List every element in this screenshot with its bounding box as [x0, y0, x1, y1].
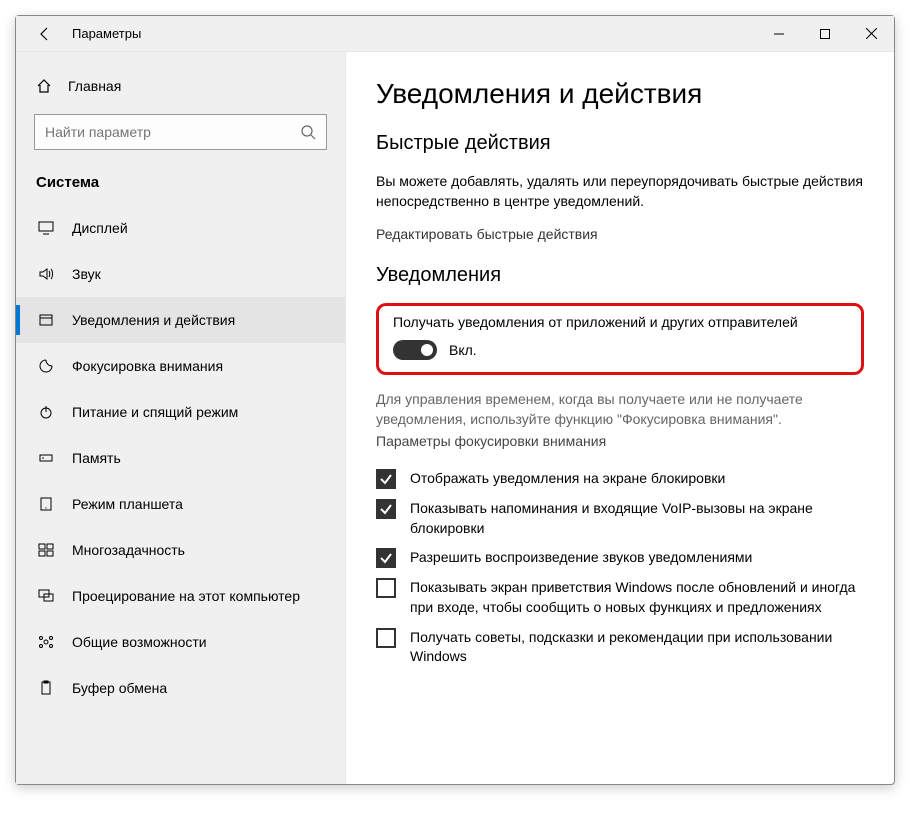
sidebar-item-label: Фокусировка внимания [72, 358, 223, 374]
sidebar-item-label: Общие возможности [72, 634, 207, 650]
checkbox[interactable] [376, 628, 396, 648]
checkbox-row: Разрешить воспроизведение звуков уведомл… [376, 548, 864, 568]
checkbox-label: Показывать напоминания и входящие VoIP-в… [410, 499, 864, 538]
sidebar-section: Система [16, 164, 345, 205]
quick-actions-heading: Быстрые действия [376, 132, 864, 155]
sidebar-item-label: Режим планшета [72, 496, 183, 512]
sidebar-item-display[interactable]: Дисплей [16, 205, 345, 251]
sound-icon [36, 266, 56, 282]
storage-icon [36, 450, 56, 466]
clip-icon [36, 680, 56, 696]
checkbox-row: Показывать экран приветствия Windows пос… [376, 578, 864, 617]
sidebar-item-label: Питание и спящий режим [72, 404, 238, 420]
checkbox[interactable] [376, 469, 396, 489]
sidebar-item-power[interactable]: Питание и спящий режим [16, 389, 345, 435]
settings-window: Параметры Главная Система Дисплей Звук Уве… [15, 15, 895, 785]
sidebar-item-label: Дисплей [72, 220, 128, 236]
power-icon [36, 404, 56, 420]
sidebar: Главная Система Дисплей Звук Уведомления и… [16, 52, 346, 784]
sidebar-item-multitask[interactable]: Многозадачность [16, 527, 345, 573]
notify-icon [36, 312, 56, 328]
nav-list: Дисплей Звук Уведомления и действия Фокусир… [16, 205, 345, 711]
notifications-toggle-label: Получать уведомления от приложений и дру… [393, 314, 847, 330]
home-button[interactable]: Главная [16, 66, 345, 106]
toggle-row: Вкл. [393, 340, 847, 360]
sidebar-item-tablet[interactable]: Режим планшета [16, 481, 345, 527]
shared-icon [36, 634, 56, 650]
back-button[interactable] [28, 26, 62, 42]
sidebar-item-label: Звук [72, 266, 101, 282]
sidebar-item-label: Память [72, 450, 121, 466]
search-icon [300, 124, 316, 140]
checkbox-label: Получать советы, подсказки и рекомендаци… [410, 628, 864, 667]
sidebar-item-label: Проецирование на этот компьютер [72, 588, 300, 604]
window-title: Параметры [72, 26, 141, 41]
tablet-icon [36, 496, 56, 512]
checkbox-row: Показывать напоминания и входящие VoIP-в… [376, 499, 864, 538]
page-title: Уведомления и действия [376, 78, 864, 110]
checkbox-label: Отображать уведомления на экране блокиро… [410, 469, 725, 489]
multitask-icon [36, 542, 56, 558]
checkbox[interactable] [376, 548, 396, 568]
focus-hint: Для управления временем, когда вы получа… [376, 389, 864, 430]
checkbox-row: Получать советы, подсказки и рекомендаци… [376, 628, 864, 667]
notifications-heading: Уведомления [376, 264, 864, 287]
window-controls [756, 16, 894, 52]
focus-assist-link[interactable]: Параметры фокусировки внимания [376, 433, 864, 449]
sidebar-item-label: Уведомления и действия [72, 312, 235, 328]
sidebar-item-shared[interactable]: Общие возможности [16, 619, 345, 665]
notifications-toggle[interactable] [393, 340, 437, 360]
body: Главная Система Дисплей Звук Уведомления и… [16, 52, 894, 784]
quick-actions-desc: Вы можете добавлять, удалять или переупо… [376, 171, 864, 212]
toggle-state: Вкл. [449, 342, 477, 358]
titlebar: Параметры [16, 16, 894, 52]
search-input[interactable] [45, 124, 300, 140]
sidebar-item-focus[interactable]: Фокусировка внимания [16, 343, 345, 389]
main-pane: Уведомления и действия Быстрые действия … [346, 52, 894, 784]
home-icon [34, 78, 54, 94]
home-label: Главная [68, 78, 121, 94]
sidebar-item-clip[interactable]: Буфер обмена [16, 665, 345, 711]
checkbox[interactable] [376, 578, 396, 598]
checkbox-label: Показывать экран приветствия Windows пос… [410, 578, 864, 617]
sidebar-item-storage[interactable]: Память [16, 435, 345, 481]
checkbox[interactable] [376, 499, 396, 519]
edit-quick-actions-link[interactable]: Редактировать быстрые действия [376, 226, 864, 242]
display-icon [36, 220, 56, 236]
maximize-button[interactable] [802, 16, 848, 52]
sidebar-item-project[interactable]: Проецирование на этот компьютер [16, 573, 345, 619]
focus-icon [36, 358, 56, 374]
close-button[interactable] [848, 16, 894, 52]
highlight-box: Получать уведомления от приложений и дру… [376, 303, 864, 375]
project-icon [36, 588, 56, 604]
minimize-button[interactable] [756, 16, 802, 52]
sidebar-item-label: Многозадачность [72, 542, 185, 558]
checkbox-list: Отображать уведомления на экране блокиро… [376, 469, 864, 667]
search-box[interactable] [34, 114, 327, 150]
sidebar-item-sound[interactable]: Звук [16, 251, 345, 297]
sidebar-item-label: Буфер обмена [72, 680, 167, 696]
checkbox-label: Разрешить воспроизведение звуков уведомл… [410, 548, 752, 568]
sidebar-item-notify[interactable]: Уведомления и действия [16, 297, 345, 343]
checkbox-row: Отображать уведомления на экране блокиро… [376, 469, 864, 489]
